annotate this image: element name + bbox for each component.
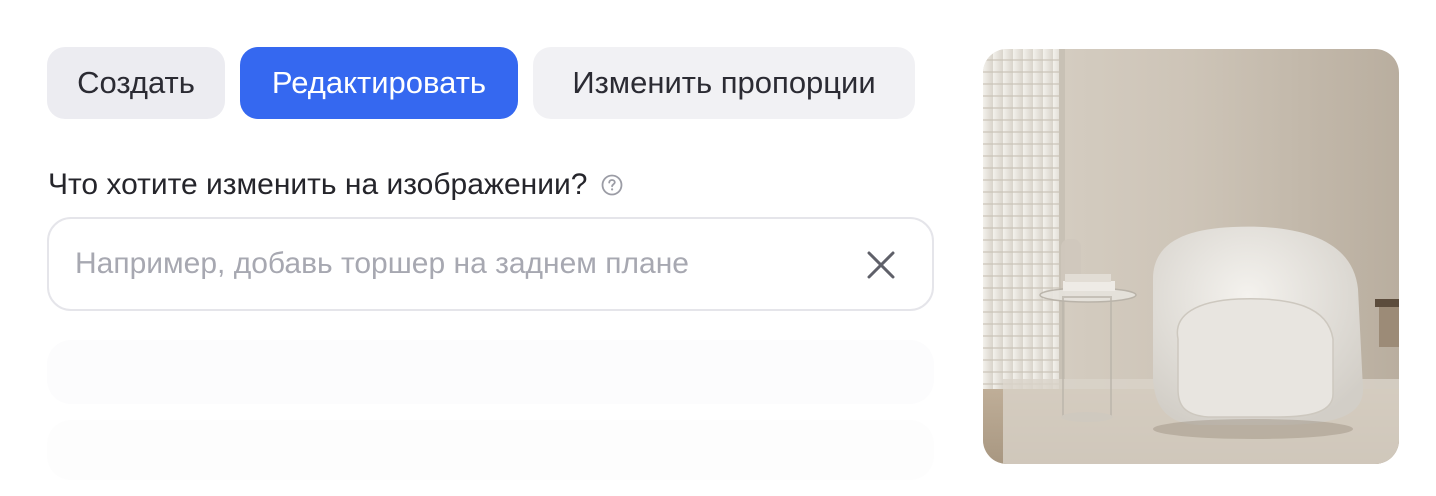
tab-edit[interactable]: Редактировать [240, 47, 518, 119]
prompt-label: Что хотите изменить на изображении? [48, 168, 588, 201]
close-icon [867, 251, 895, 279]
armchair-photo [983, 49, 1399, 464]
mode-tabs: Создать Редактировать Изменить пропорции [47, 47, 915, 119]
question-circle-icon[interactable] [601, 174, 623, 196]
prompt-input[interactable] [49, 234, 835, 294]
clear-button[interactable] [862, 246, 900, 284]
edit-image-panel: Создать Редактировать Изменить пропорции… [0, 0, 1436, 496]
faded-row [47, 420, 934, 480]
prompt-label-row: Что хотите изменить на изображении? [48, 168, 623, 202]
prompt-field [47, 217, 934, 311]
preview-image[interactable] [983, 49, 1399, 464]
faded-row [47, 340, 934, 404]
tab-change-ratio[interactable]: Изменить пропорции [533, 47, 915, 119]
tab-create[interactable]: Создать [47, 47, 225, 119]
